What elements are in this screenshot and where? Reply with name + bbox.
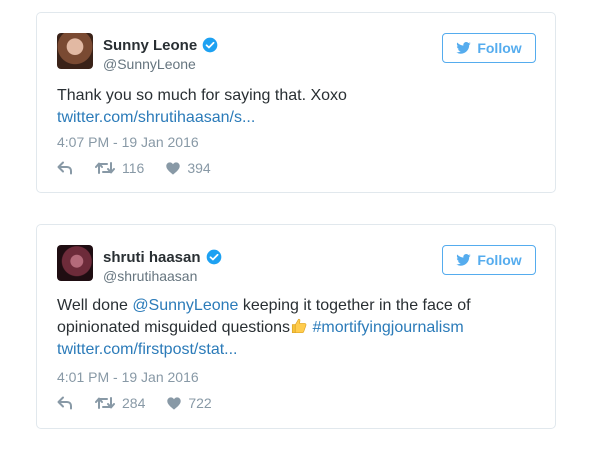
tweet-card: Sunny Leone @SunnyLeone Follow Thank you… [36, 12, 556, 193]
user-info: Sunny Leone @SunnyLeone [103, 35, 218, 72]
reply-button[interactable] [57, 396, 73, 410]
like-button[interactable]: 394 [166, 160, 211, 176]
avatar[interactable] [57, 245, 93, 281]
tweet-actions: 284 722 [57, 395, 234, 411]
follow-button[interactable]: Follow [442, 245, 536, 275]
verified-badge-icon [206, 249, 221, 265]
twitter-bird-icon [456, 254, 472, 266]
display-name[interactable]: shruti haasan [103, 249, 201, 266]
follow-label: Follow [477, 252, 522, 268]
retweet-count: 116 [122, 160, 145, 176]
like-count: 394 [187, 160, 211, 176]
retweet-button[interactable]: 116 [95, 160, 144, 176]
tweet-link[interactable]: twitter.com/firstpost/stat... [57, 341, 238, 358]
follow-button[interactable]: Follow [442, 33, 536, 63]
retweet-count: 284 [122, 395, 146, 411]
tweet-timestamp[interactable]: 4:07 PM - 19 Jan 2016 [57, 134, 199, 150]
retweet-icon [95, 397, 115, 409]
tweet-body: Thank you so much for saying that. Xoxo [57, 87, 347, 104]
avatar[interactable] [57, 33, 93, 69]
tweet-actions: 116 394 [57, 160, 233, 176]
thumbs-up-emoji-icon [292, 318, 307, 334]
reply-button[interactable] [57, 161, 73, 175]
reply-icon [57, 396, 72, 410]
tweet-body-start: Well done [57, 297, 133, 314]
like-count: 722 [188, 395, 212, 411]
reply-icon [57, 161, 72, 175]
tweet-card: shruti haasan @shrutihaasan Follow Well … [36, 224, 556, 429]
verified-badge-icon [202, 37, 218, 53]
retweet-button[interactable]: 284 [95, 395, 145, 411]
hashtag-link[interactable]: #mortifyingjournalism [313, 319, 464, 336]
tweet-text: Thank you so much for saying that. Xoxo … [57, 85, 537, 129]
display-name[interactable]: Sunny Leone [103, 37, 197, 54]
follow-label: Follow [477, 40, 522, 56]
retweet-icon [95, 162, 115, 174]
name-row: Sunny Leone [103, 35, 218, 55]
user-handle[interactable]: @SunnyLeone [103, 56, 218, 72]
tweet-link[interactable]: twitter.com/shrutihaasan/s... [57, 109, 255, 126]
mention-link[interactable]: @SunnyLeone [132, 297, 238, 314]
user-handle[interactable]: @shrutihaasan [103, 268, 222, 284]
twitter-bird-icon [456, 42, 472, 54]
like-button[interactable]: 722 [167, 395, 212, 411]
name-row: shruti haasan [103, 247, 222, 267]
heart-icon [166, 161, 181, 175]
tweet-timestamp[interactable]: 4:01 PM - 19 Jan 2016 [57, 369, 199, 385]
heart-icon [167, 396, 182, 410]
user-info: shruti haasan @shrutihaasan [103, 247, 222, 284]
tweet-text: Well done @SunnyLeone keeping it togethe… [57, 295, 537, 361]
